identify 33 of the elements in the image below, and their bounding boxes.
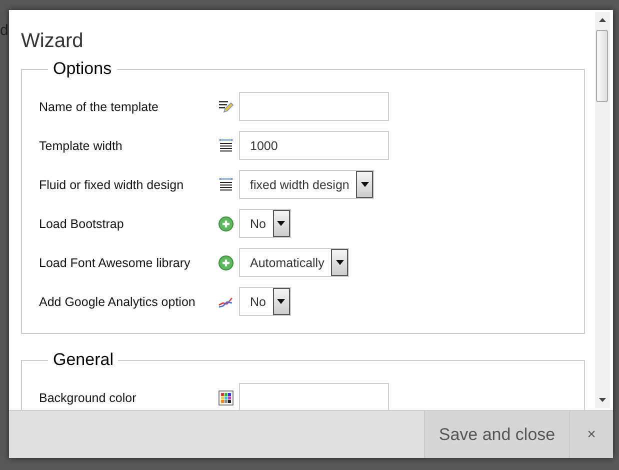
dropdown[interactable]: No <box>239 287 291 316</box>
scroll-up-icon[interactable] <box>599 18 606 22</box>
caret-icon <box>360 182 369 187</box>
text-field[interactable] <box>239 92 389 121</box>
text-field[interactable]: 1000 <box>239 131 389 160</box>
width-lines-icon <box>218 176 234 192</box>
caret-icon <box>277 299 286 304</box>
dropdown[interactable]: No <box>239 209 291 238</box>
scroll-thumb[interactable] <box>596 30 608 102</box>
width-lines-icon <box>218 138 234 154</box>
plus-icon <box>218 216 234 232</box>
field-label: Load Font Awesome library <box>39 256 192 270</box>
field-label: Fluid or fixed width design <box>39 178 185 192</box>
text-field[interactable] <box>239 383 389 410</box>
close-button[interactable]: × <box>569 411 613 458</box>
field-label: Add Google Analytics option <box>39 294 196 308</box>
color-grid-icon <box>218 390 234 406</box>
dialog-title: Wizard <box>21 30 84 53</box>
pencil-icon <box>218 98 234 114</box>
dropdown[interactable]: fixed width design <box>239 170 374 199</box>
field-label: Load Bootstrap <box>39 216 125 230</box>
dropdown[interactable]: Automatically <box>239 248 350 277</box>
field-label: Background color <box>39 390 138 404</box>
scrollbar[interactable] <box>595 12 610 408</box>
field-label: Template width <box>39 138 124 152</box>
section-legend: Options <box>48 59 117 79</box>
plus-icon <box>218 254 234 270</box>
save-button[interactable]: Save and close <box>424 411 569 458</box>
scroll-down-icon[interactable] <box>599 398 606 402</box>
field-label: Name of the template <box>39 100 160 114</box>
section-legend: General <box>48 350 118 370</box>
caret-icon <box>277 221 286 226</box>
caret-icon <box>336 260 344 265</box>
